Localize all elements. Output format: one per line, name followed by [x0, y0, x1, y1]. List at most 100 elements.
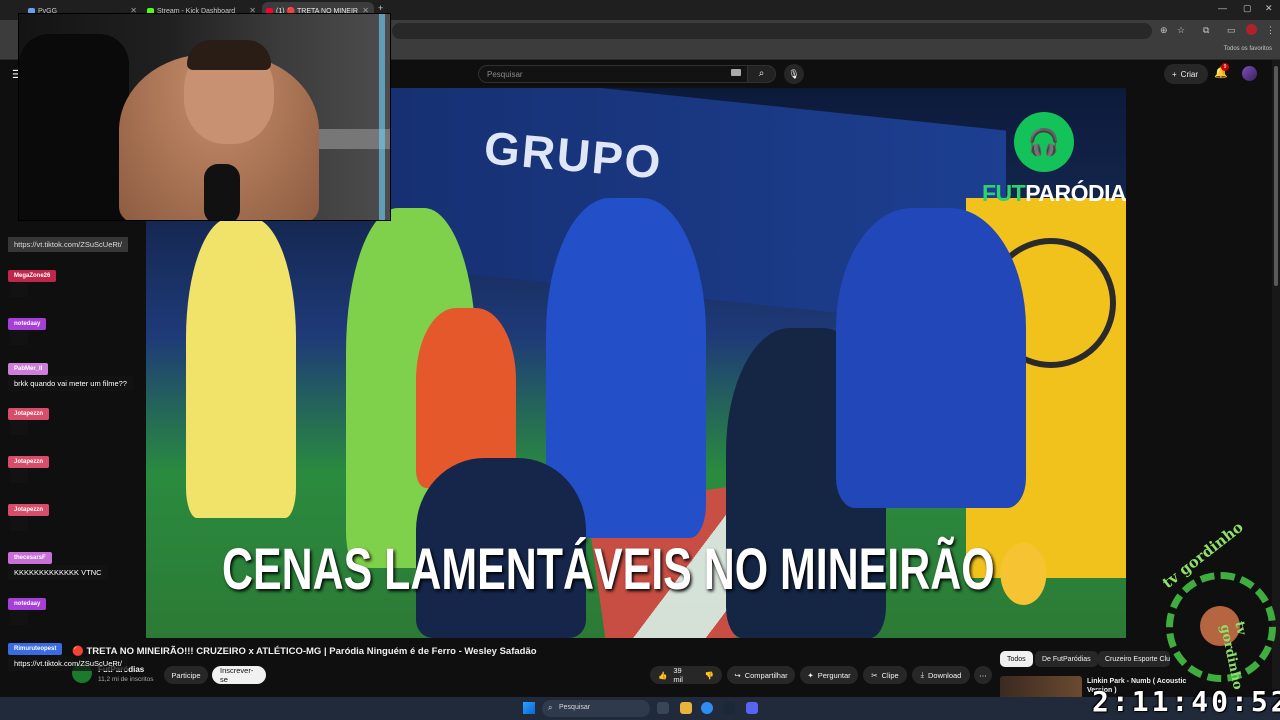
- chat-message: Jotapezzn: [8, 402, 50, 435]
- taskbar-search[interactable]: ⌕ Pesquisar: [542, 700, 650, 717]
- close-window-icon[interactable]: ✕: [1265, 3, 1273, 14]
- star-icon[interactable]: ☆: [1177, 25, 1185, 36]
- streamer-webcam: [18, 13, 391, 221]
- video-caption: CENAS LAMENTÁVEIS NO MINEIRÃO: [222, 536, 1047, 605]
- chat-username: MegaZone26: [8, 270, 57, 282]
- chat-username: Jotapezzn: [8, 456, 50, 468]
- share-button[interactable]: ↪ Compartilhar: [727, 666, 795, 684]
- logo-parodias: PARÓDIAS: [1025, 180, 1126, 206]
- clip-label: Clipe: [881, 670, 899, 680]
- like-button[interactable]: 👍 39 mil 👎: [650, 666, 722, 684]
- clip-button[interactable]: ✂ Clipe: [863, 666, 907, 684]
- chat-emote: [10, 331, 28, 345]
- search-button[interactable]: ⌕: [748, 65, 776, 83]
- scissors-icon: ✂: [871, 670, 878, 680]
- chat-message: Jotapezzn: [8, 498, 50, 531]
- chat-username: notedaay: [8, 318, 47, 330]
- thumbs-down-icon[interactable]: 👎: [705, 671, 714, 680]
- minimize-icon[interactable]: —: [1218, 3, 1227, 13]
- chat-text: https://vt.tiktok.com/ZSuScUeRt/: [8, 656, 128, 671]
- thumbs-up-icon: 👍: [658, 670, 668, 680]
- chat-text: KKKKKKKKKKKKK VTNC: [8, 565, 108, 580]
- voice-search-button[interactable]: 🎙: [784, 64, 804, 84]
- chat-username: thecesarsF: [8, 552, 52, 564]
- more-actions-button[interactable]: ⋯: [974, 666, 992, 684]
- file-explorer-icon[interactable]: [680, 702, 692, 714]
- notifications-button[interactable]: 🔔 9: [1214, 63, 1229, 79]
- light-strip: [379, 14, 385, 220]
- keyboard-icon[interactable]: [731, 69, 741, 76]
- share-icon: ↪: [734, 670, 741, 680]
- scrollbar-thumb[interactable]: [1274, 66, 1278, 286]
- chat-message: Jotapezzn: [8, 450, 50, 483]
- download-label: Download: [927, 670, 962, 680]
- chat-emote: [10, 517, 28, 531]
- stream-uptime-timer: 2:11:40:52: [1092, 685, 1280, 718]
- new-tab-icon[interactable]: +: [378, 3, 383, 13]
- chat-username: notedaay: [8, 598, 47, 610]
- chat-text: https://vt.tiktok.com/ZSuScUeRt/: [8, 237, 128, 252]
- streamer-hair: [187, 40, 271, 70]
- search-icon: ⌕: [548, 703, 553, 712]
- menu-dots-icon[interactable]: ⋮: [1266, 25, 1275, 36]
- windows-taskbar: ⌕ Pesquisar: [0, 697, 1280, 720]
- sparkle-icon: ✦: [807, 670, 814, 680]
- microphone-prop: [204, 164, 240, 220]
- headphones-logo-icon: 🎧: [1014, 112, 1074, 172]
- chat-emote: [10, 469, 28, 483]
- join-button[interactable]: Participe: [164, 666, 208, 684]
- steam-icon[interactable]: [723, 702, 735, 714]
- player-figure: [836, 208, 1026, 508]
- chat-message: https://vt.tiktok.com/ZSuScUeRt/: [8, 236, 128, 252]
- chat-message: Rimuruteopest https://vt.tiktok.com/ZSuS…: [8, 637, 128, 671]
- screen: PvGG ✕ Stream - Kick Dashboard ✕ (1) 🔴 T…: [0, 0, 1280, 720]
- chat-message: notedaay: [8, 592, 47, 625]
- caption-text: CENAS LAMENTÁVEIS NO MINEIRÃO: [222, 537, 995, 602]
- chat-message: thecesarsF KKKKKKKKKKKKK VTNC: [8, 546, 108, 580]
- discord-icon[interactable]: [746, 702, 758, 714]
- tv-gordinho-watermark: tv gordinho tv gordinho: [1150, 518, 1280, 692]
- account-avatar[interactable]: [1242, 66, 1257, 81]
- windows-start-icon[interactable]: [523, 702, 535, 714]
- all-bookmarks-link[interactable]: Todos os favoritos: [1224, 46, 1272, 52]
- download-icon: ⤓: [920, 670, 924, 679]
- cast-icon[interactable]: ▭: [1227, 25, 1236, 36]
- create-button[interactable]: + Criar: [1164, 64, 1209, 84]
- chat-username: Rimuruteopest: [8, 643, 63, 655]
- like-count: 39 mil: [673, 666, 683, 684]
- logo-fut: FUT: [982, 180, 1026, 206]
- chat-emote: [10, 421, 28, 435]
- subscriber-count: 11,2 mi de inscritos: [98, 676, 154, 683]
- player-figure: [186, 218, 296, 518]
- ask-button[interactable]: ✦ Perguntar: [800, 666, 858, 684]
- create-label: Criar: [1180, 69, 1199, 79]
- chat-message: notedaay: [8, 312, 47, 345]
- notification-count-badge: 9: [1221, 63, 1229, 71]
- maximize-icon[interactable]: ▢: [1243, 3, 1252, 14]
- subscribe-button[interactable]: Inscrever-se: [212, 666, 266, 684]
- chrome-icon[interactable]: [701, 702, 713, 714]
- gaming-chair: [19, 34, 129, 220]
- shocked-face-icon: [1000, 542, 1047, 605]
- chip-all[interactable]: Todos: [1000, 651, 1033, 667]
- url-field[interactable]: [392, 23, 1152, 39]
- microphone-icon: 🎙: [788, 69, 800, 79]
- chat-message: MegaZone26: [8, 264, 57, 297]
- chat-username: Jotapezzn: [8, 408, 50, 420]
- taskbar-search-label: Pesquisar: [559, 704, 591, 711]
- chip-from-channel[interactable]: De FutParódias: [1035, 651, 1098, 667]
- stream-chat-overlay: https://vt.tiktok.com/ZSuScUeRt/ MegaZon…: [8, 232, 158, 672]
- download-button[interactable]: ⤓ Download: [912, 666, 970, 684]
- profile-icon[interactable]: [1246, 24, 1257, 35]
- translate-icon[interactable]: ⊕: [1160, 25, 1168, 36]
- share-label: Compartilhar: [744, 670, 788, 680]
- chat-emote: [10, 283, 28, 297]
- ask-label: Perguntar: [817, 670, 851, 680]
- task-view-icon[interactable]: [657, 702, 669, 714]
- channel-logo-text: FUTPARÓDIAS: [982, 180, 1126, 207]
- extensions-icon[interactable]: ⧉: [1203, 25, 1209, 36]
- plus-icon: +: [1172, 69, 1177, 79]
- chat-username: Jotapezzn: [8, 504, 50, 516]
- search-input[interactable]: Pesquisar: [478, 65, 748, 83]
- chat-username: PabMer_ll: [8, 363, 49, 375]
